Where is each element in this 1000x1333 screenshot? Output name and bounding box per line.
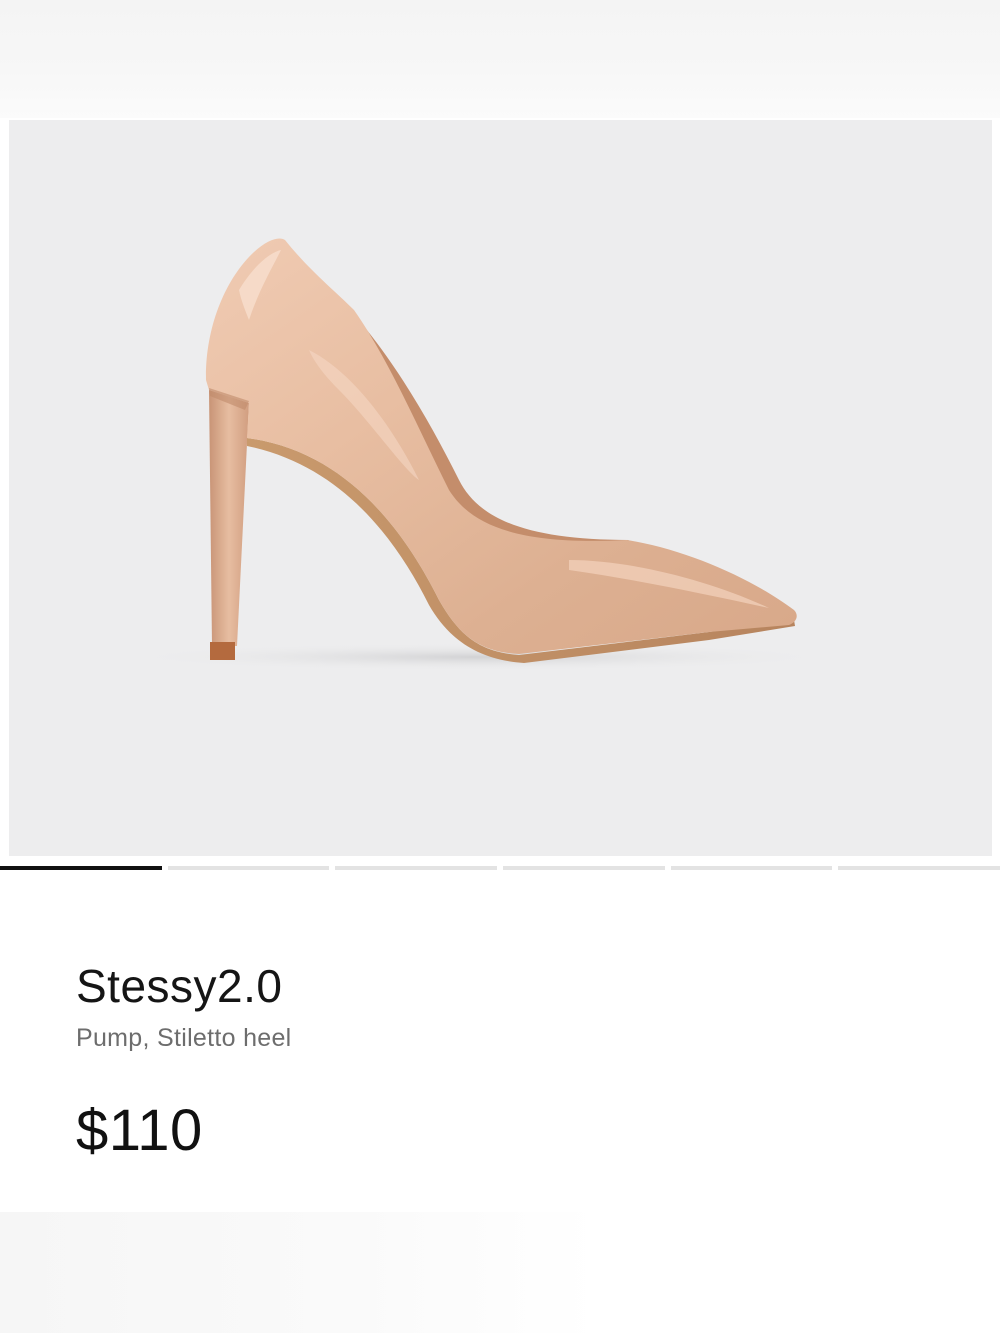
product-image	[119, 238, 839, 671]
gallery-indicator-5[interactable]	[670, 866, 833, 870]
gallery-indicator-3[interactable]	[335, 866, 498, 870]
gallery-indicator-1[interactable]	[0, 866, 162, 870]
stiletto-heel	[209, 390, 249, 646]
gallery-pagination	[0, 866, 1000, 872]
product-info: Stessy2.0 Pump, Stiletto heel $110	[76, 955, 936, 1167]
product-name: Stessy2.0	[76, 960, 283, 1012]
gallery-indicator-4[interactable]	[503, 866, 665, 870]
product-image-gallery[interactable]	[9, 120, 992, 856]
top-header-band	[0, 0, 1000, 118]
product-price: $110	[76, 1098, 203, 1163]
bottom-fade	[0, 1212, 1000, 1333]
product-subtitle: Pump, Stiletto heel	[76, 1024, 292, 1052]
gallery-indicator-6[interactable]	[838, 866, 1000, 870]
heel-tip	[210, 642, 235, 660]
gallery-indicator-2[interactable]	[167, 866, 330, 870]
product-page: Stessy2.0 Pump, Stiletto heel $110	[0, 0, 1000, 1333]
